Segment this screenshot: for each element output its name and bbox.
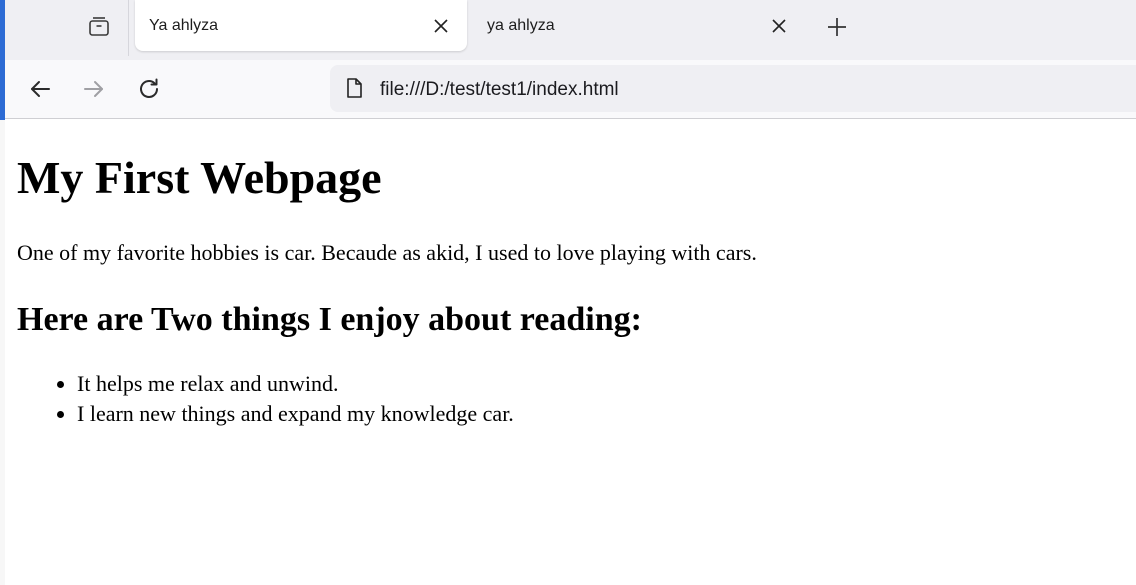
tab-separator xyxy=(128,0,129,56)
page-subheading: Here are Two things I enjoy about readin… xyxy=(17,301,642,338)
plus-icon xyxy=(828,18,846,36)
list-item: It helps me relax and unwind. xyxy=(77,369,514,399)
enjoy-list: It helps me relax and unwind. I learn ne… xyxy=(37,369,514,429)
reload-button[interactable] xyxy=(133,73,165,105)
new-tab-button[interactable] xyxy=(822,12,852,42)
page-icon xyxy=(347,78,362,98)
tab-inactive[interactable]: ya ahlyza xyxy=(473,0,793,52)
tab-strip: Ya ahlyza ya ahlyza xyxy=(5,0,1136,60)
forward-button[interactable] xyxy=(78,73,110,105)
close-icon xyxy=(772,19,786,33)
back-arrow-icon xyxy=(31,81,50,97)
tab-title: Ya ahlyza xyxy=(149,17,219,34)
navigation-toolbar: file:///D:/test/test1/index.html xyxy=(5,60,1136,119)
reload-icon xyxy=(140,78,158,98)
tab-group-icon xyxy=(89,17,109,36)
page-paragraph: One of my favorite hobbies is car. Becau… xyxy=(17,240,757,265)
tab-active[interactable]: Ya ahlyza xyxy=(135,0,467,51)
tab-close-button[interactable] xyxy=(766,13,792,39)
tab-title: ya ahlyza xyxy=(487,17,555,34)
tab-group-button[interactable] xyxy=(80,10,118,42)
page-heading: My First Webpage xyxy=(17,152,382,203)
back-button[interactable] xyxy=(24,73,56,105)
forward-arrow-icon xyxy=(84,81,103,97)
tab-close-button[interactable] xyxy=(428,13,454,39)
close-icon xyxy=(434,19,448,33)
url-text[interactable]: file:///D:/test/test1/index.html xyxy=(380,79,619,101)
address-bar[interactable]: file:///D:/test/test1/index.html xyxy=(330,65,1136,112)
web-page-content: My First Webpage One of my favorite hobb… xyxy=(5,119,1136,585)
list-item: I learn new things and expand my knowled… xyxy=(77,399,514,429)
